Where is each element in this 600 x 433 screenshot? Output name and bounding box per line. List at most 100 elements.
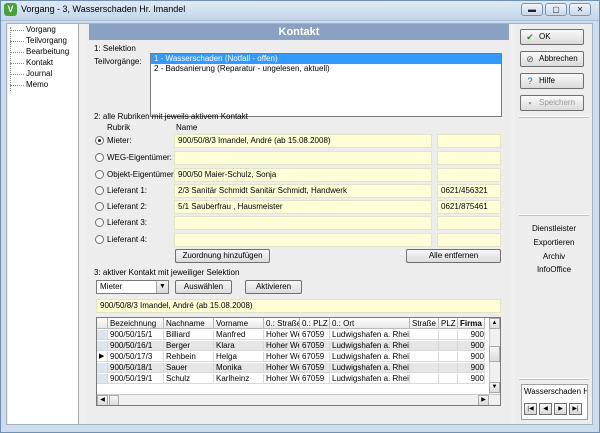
table-cell[interactable]: 900 — [458, 363, 485, 373]
table-cell[interactable]: Ludwigshafen a. Rhein — [330, 374, 410, 384]
row-selector[interactable] — [97, 330, 108, 340]
table-cell[interactable]: 900 — [458, 374, 485, 384]
table-cell[interactable]: 67059 — [300, 330, 330, 340]
row-selector[interactable] — [97, 363, 108, 373]
table-cell[interactable]: 67059 — [300, 363, 330, 373]
table-cell[interactable]: Ludwigshafen a. Rhein — [330, 352, 410, 362]
row-selector[interactable]: ▶ — [97, 352, 108, 362]
table-cell[interactable]: Hoher Weg — [264, 341, 300, 351]
table-cell[interactable]: 900/50/15/1 — [108, 330, 164, 340]
rubrik-select[interactable]: Mieter ▼ — [96, 280, 169, 294]
table-cell[interactable] — [439, 374, 458, 384]
table-cell[interactable]: Berger — [164, 341, 214, 351]
rubrik-radio[interactable] — [95, 186, 104, 195]
rubrik-radio[interactable] — [95, 202, 104, 211]
table-cell[interactable]: Karlheinz — [214, 374, 264, 384]
grid-column-header[interactable]: Straße — [410, 318, 439, 329]
save-button[interactable]: ▪ Speichern — [520, 95, 584, 111]
link-dienstleister[interactable]: Dienstleister — [520, 224, 588, 233]
grid-column-header[interactable]: Vorname — [214, 318, 264, 329]
table-cell[interactable]: Hoher Weg — [264, 330, 300, 340]
rubrik-radio[interactable] — [95, 235, 104, 244]
next-record-icon[interactable]: ▶ — [554, 403, 567, 415]
nav-item-kontakt[interactable]: Kontakt — [9, 58, 53, 67]
link-exportieren[interactable]: Exportieren — [520, 238, 588, 247]
table-cell[interactable]: Helga — [214, 352, 264, 362]
table-cell[interactable] — [439, 363, 458, 373]
table-cell[interactable] — [439, 330, 458, 340]
table-cell[interactable]: Rehbein — [164, 352, 214, 362]
table-cell[interactable]: 900 — [458, 352, 485, 362]
nav-item-bearbeitung[interactable]: Bearbeitung — [9, 47, 69, 56]
table-cell[interactable]: Ludwigshafen a. Rhein — [330, 341, 410, 351]
nav-item-journal[interactable]: Journal — [9, 69, 52, 78]
grid-column-header[interactable]: 0.: Ort — [330, 318, 410, 329]
scroll-right-icon[interactable]: ▶ — [478, 395, 489, 405]
nav-item-vorgang[interactable]: Vorgang — [10, 25, 56, 34]
table-cell[interactable]: Monika — [214, 363, 264, 373]
maximize-icon[interactable]: ▢ — [545, 3, 567, 16]
select-button[interactable]: Auswählen — [175, 280, 232, 294]
link-infooffice[interactable]: InfoOffice — [520, 265, 588, 274]
table-cell[interactable]: Ludwigshafen a. Rhein — [330, 363, 410, 373]
activate-button[interactable]: Aktivieren — [245, 280, 302, 294]
rubrik-radio[interactable] — [95, 170, 104, 179]
cancel-button[interactable]: ⊘ Abbrechen — [520, 51, 584, 67]
teilvorgaenge-list[interactable]: 1 - Wasserschaden (Notfall - offen) 2 - … — [150, 53, 502, 117]
add-assignment-button[interactable]: Zuordnung hinzufügen — [175, 249, 270, 263]
table-cell[interactable]: 67059 — [300, 374, 330, 384]
table-cell[interactable]: Klara — [214, 341, 264, 351]
grid-column-header[interactable]: Firma — [458, 318, 485, 329]
table-cell[interactable]: Hoher Weg — [264, 363, 300, 373]
grid-column-header[interactable]: PLZ — [439, 318, 458, 329]
table-cell[interactable] — [410, 363, 439, 373]
table-cell[interactable]: Schulz — [164, 374, 214, 384]
table-cell[interactable] — [410, 341, 439, 351]
table-cell[interactable]: 900/50/16/1 — [108, 341, 164, 351]
minimize-icon[interactable]: ▬ — [521, 3, 543, 16]
contacts-grid[interactable]: Bezeichnung Nachname Vorname 0.: Straße 0.: … — [96, 317, 501, 406]
table-cell[interactable] — [439, 352, 458, 362]
table-cell[interactable] — [410, 374, 439, 384]
link-archiv[interactable]: Archiv — [520, 252, 588, 261]
rubrik-radio[interactable] — [95, 153, 104, 162]
chevron-down-icon[interactable]: ▼ — [156, 281, 168, 293]
scroll-thumb[interactable] — [489, 346, 500, 362]
rubrik-radio[interactable] — [95, 136, 104, 145]
horizontal-scroll-thumb[interactable] — [109, 395, 119, 405]
table-cell[interactable]: 900/50/19/1 — [108, 374, 164, 384]
horizontal-scrollbar[interactable] — [97, 394, 500, 405]
remove-all-button[interactable]: Alle entfernen — [406, 249, 501, 263]
help-button[interactable]: ? Hilfe — [520, 73, 584, 89]
row-selector[interactable] — [97, 341, 108, 351]
ok-button[interactable]: ✔ OK — [520, 29, 584, 45]
scroll-up-icon[interactable]: ▲ — [489, 318, 500, 329]
grid-column-header[interactable]: Bezeichnung — [108, 318, 164, 329]
table-cell[interactable]: 900/50/18/1 — [108, 363, 164, 373]
scroll-left-icon[interactable]: ◀ — [97, 395, 108, 405]
rubrik-radio[interactable] — [95, 218, 104, 227]
table-cell[interactable] — [410, 330, 439, 340]
table-cell[interactable] — [439, 341, 458, 351]
table-cell[interactable]: 900 — [458, 330, 485, 340]
table-cell[interactable]: Billiard — [164, 330, 214, 340]
nav-item-memo[interactable]: Memo — [9, 80, 48, 89]
list-item[interactable]: 1 - Wasserschaden (Notfall - offen) — [151, 54, 501, 64]
scroll-down-icon[interactable]: ▼ — [489, 382, 500, 393]
table-cell[interactable]: Hoher Weg — [264, 352, 300, 362]
table-cell[interactable]: 67059 — [300, 352, 330, 362]
table-cell[interactable] — [410, 352, 439, 362]
row-selector[interactable] — [97, 374, 108, 384]
table-cell[interactable]: Ludwigshafen a. Rhein — [330, 330, 410, 340]
table-cell[interactable]: 900/50/17/3 — [108, 352, 164, 362]
previous-record-icon[interactable]: ◀ — [539, 403, 552, 415]
first-record-icon[interactable]: |◀ — [524, 403, 537, 415]
grid-column-header[interactable]: Nachname — [164, 318, 214, 329]
table-cell[interactable]: Sauer — [164, 363, 214, 373]
table-cell[interactable]: 67059 — [300, 341, 330, 351]
table-cell[interactable]: Hoher Weg — [264, 374, 300, 384]
grid-column-header[interactable]: 0.: Straße — [264, 318, 300, 329]
table-cell[interactable]: 900 — [458, 341, 485, 351]
nav-item-teilvorgang[interactable]: Teilvorgang — [10, 36, 67, 45]
table-cell[interactable]: Manfred — [214, 330, 264, 340]
